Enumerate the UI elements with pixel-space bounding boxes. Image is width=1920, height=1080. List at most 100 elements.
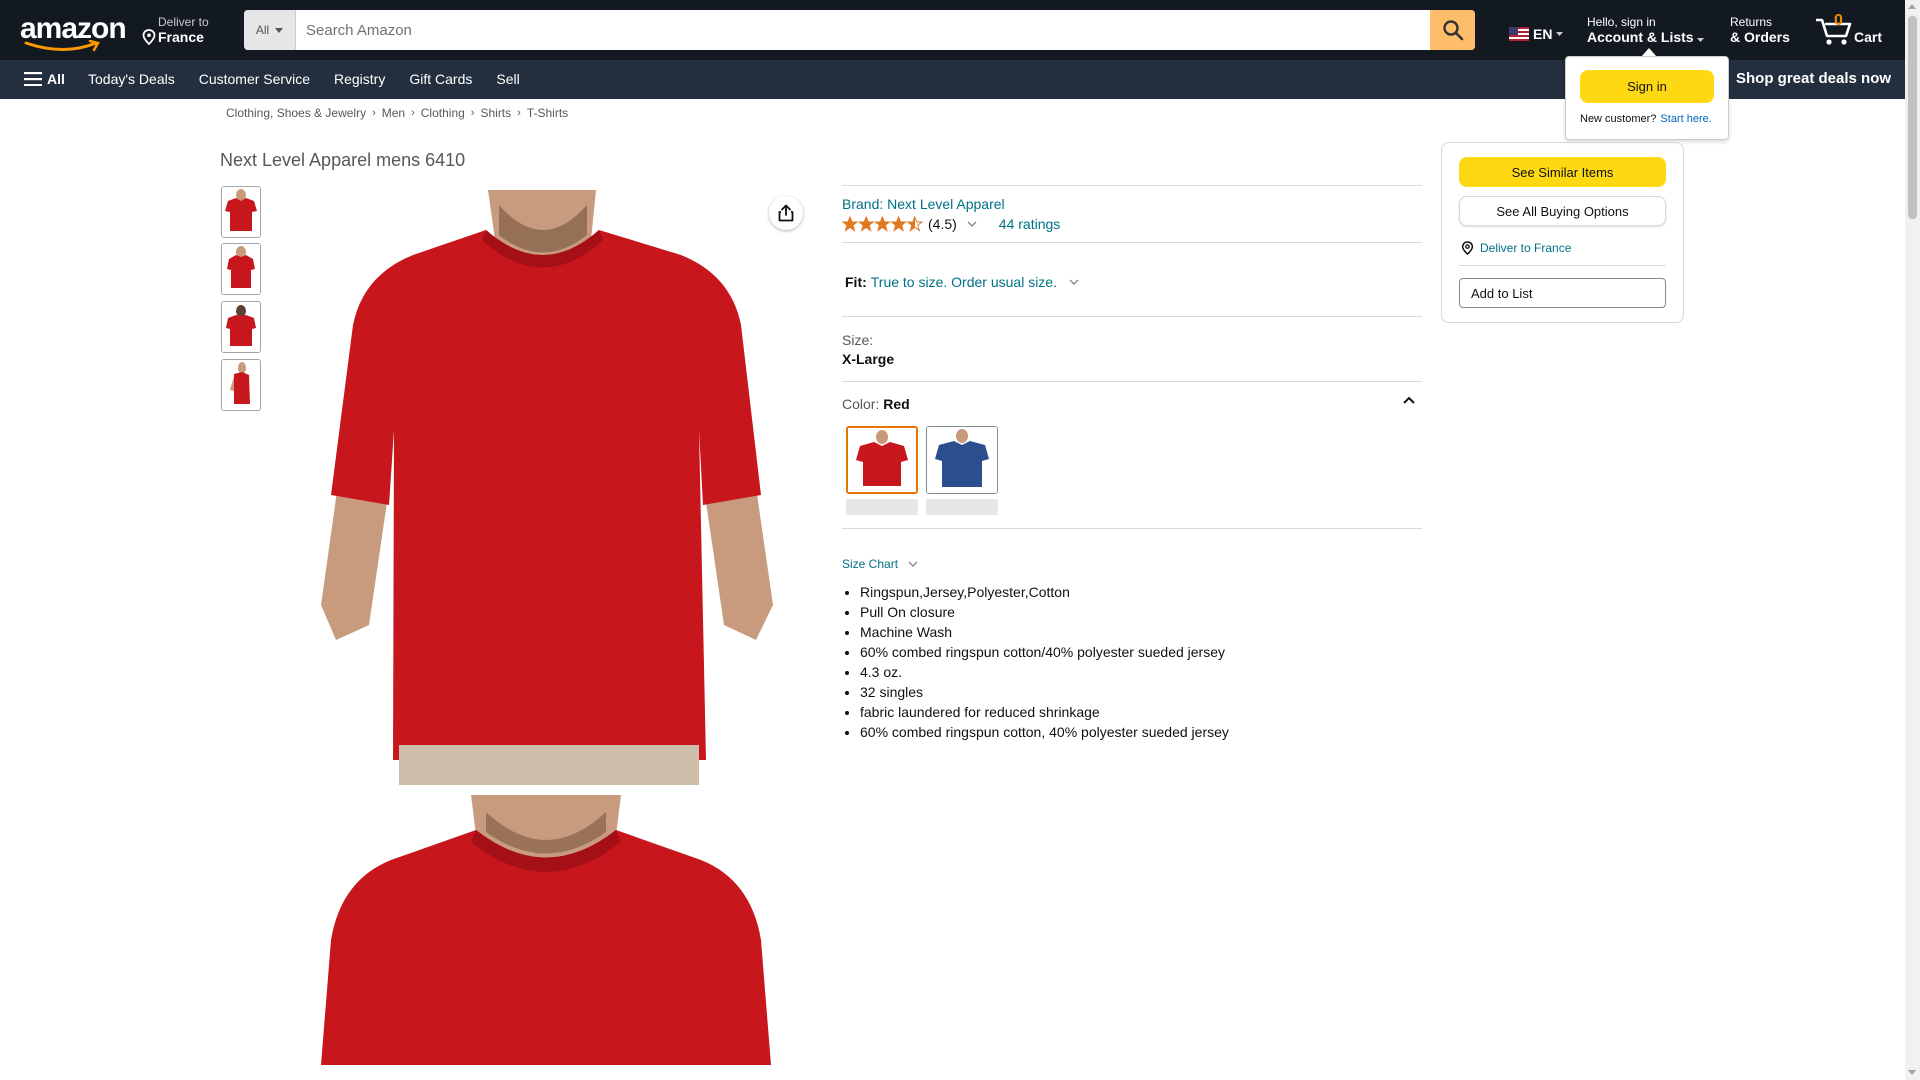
nav-link-sell[interactable]: Sell xyxy=(496,71,519,87)
breadcrumb-item[interactable]: Clothing xyxy=(421,106,465,120)
feature-bullet: 60% combed ringspun cotton/40% polyester… xyxy=(860,642,1229,662)
smile-arrow-icon xyxy=(24,40,100,52)
chevron-up-icon[interactable] xyxy=(1403,396,1415,404)
breadcrumb-separator-icon: › xyxy=(517,107,521,119)
star-icon xyxy=(873,216,891,232)
fit-value-link[interactable]: True to size. Order usual size. xyxy=(871,274,1057,290)
breadcrumb-separator-icon: › xyxy=(470,107,475,119)
buy-box: See Similar Items See All Buying Options… xyxy=(1441,142,1684,323)
divider xyxy=(842,381,1422,382)
us-flag-icon xyxy=(1509,27,1529,41)
caret-down-icon xyxy=(1556,32,1564,36)
star-icon xyxy=(842,216,859,232)
feature-bullets: Ringspun,Jersey,Polyester,Cotton Pull On… xyxy=(860,582,1229,742)
share-button[interactable] xyxy=(769,196,803,230)
divider xyxy=(842,185,1422,186)
color-swatch-blue[interactable] xyxy=(926,426,998,494)
brand-link[interactable]: Brand: Next Level Apparel xyxy=(842,196,1005,212)
nav-link-gift-cards[interactable]: Gift Cards xyxy=(409,71,472,87)
feature-bullet: 4.3 oz. xyxy=(860,662,1229,682)
thumbnail-profile[interactable] xyxy=(221,359,261,411)
breadcrumb-item[interactable]: Clothing, Shoes & Jewelry xyxy=(226,106,366,120)
main-product-image[interactable] xyxy=(281,185,812,785)
breadcrumb-item[interactable]: Men xyxy=(382,106,405,120)
deliver-to-link[interactable]: Deliver to France xyxy=(1461,241,1571,255)
size-value[interactable]: X-Large xyxy=(842,351,894,367)
chevron-down-icon[interactable] xyxy=(967,221,977,227)
feature-bullet: Machine Wash xyxy=(860,622,1229,642)
see-similar-items-button[interactable]: See Similar Items xyxy=(1459,157,1666,187)
feature-bullet: Pull On closure xyxy=(860,602,1229,622)
deliver-country: France xyxy=(158,29,204,45)
all-menu-label: All xyxy=(47,71,65,87)
add-to-list-button[interactable]: Add to List xyxy=(1459,278,1666,308)
red-tshirt-closeup-image xyxy=(281,790,812,1065)
signin-button[interactable]: Sign in xyxy=(1580,70,1714,103)
thumbnail-front[interactable] xyxy=(221,186,261,238)
nav-link-customer-service[interactable]: Customer Service xyxy=(199,71,310,87)
divider xyxy=(1459,265,1666,266)
shirt-thumbnail-image xyxy=(222,244,260,294)
see-all-buying-options-button[interactable]: See All Buying Options xyxy=(1459,196,1666,226)
new-customer-label: New customer? xyxy=(1580,113,1657,125)
star-rating-icon[interactable] xyxy=(842,216,924,232)
new-customer-text: New customer? Start here. xyxy=(1580,113,1712,125)
fit-label: Fit: xyxy=(845,274,867,290)
color-swatch-red[interactable] xyxy=(846,426,918,494)
shop-deals-promo[interactable]: Shop great deals now xyxy=(1736,70,1891,87)
cart-label: Cart xyxy=(1854,29,1883,45)
nav-links: Today's Deals Customer Service Registry … xyxy=(88,71,520,87)
page-scrollbar[interactable] xyxy=(1905,0,1920,1080)
breadcrumb-separator-icon: › xyxy=(372,107,376,119)
color-label: Color: xyxy=(842,396,880,412)
feature-bullet: 60% combed ringspun cotton, 40% polyeste… xyxy=(860,722,1229,742)
search-category-label: All xyxy=(255,23,270,37)
swatch-price-placeholder xyxy=(846,499,918,515)
size-chart-label: Size Chart xyxy=(842,557,899,571)
caret-down-icon xyxy=(1697,38,1705,42)
shirt-thumbnail-image xyxy=(222,360,260,410)
size-chart-link[interactable]: Size Chart xyxy=(842,557,918,571)
search-input[interactable] xyxy=(296,10,1430,50)
hamburger-menu-icon xyxy=(24,72,42,86)
caret-down-icon xyxy=(275,27,284,33)
secondary-product-image[interactable] xyxy=(281,790,812,1065)
search-button[interactable] xyxy=(1430,10,1475,50)
color-value: Red xyxy=(883,396,910,412)
star-icon xyxy=(890,216,908,232)
share-icon xyxy=(778,204,794,222)
scroll-up-arrow-icon[interactable] xyxy=(1908,4,1916,9)
location-pin-icon xyxy=(1461,241,1474,255)
scrollbar-thumb[interactable] xyxy=(1908,16,1917,219)
language-selector[interactable]: EN xyxy=(1509,26,1564,42)
amazon-logo[interactable]: amazon xyxy=(20,14,127,52)
deliver-label: Deliver to xyxy=(158,15,209,29)
breadcrumb-separator-icon: › xyxy=(411,107,415,119)
scroll-down-arrow-icon[interactable] xyxy=(1908,1070,1916,1075)
feature-bullet: Ringspun,Jersey,Polyester,Cotton xyxy=(860,582,1229,602)
search-category-dropdown[interactable]: All xyxy=(244,10,296,50)
returns-orders-link[interactable]: Returns & Orders xyxy=(1730,15,1790,44)
chevron-down-icon[interactable] xyxy=(1069,279,1079,285)
product-title: Next Level Apparel mens 6410 xyxy=(220,150,466,170)
feature-bullet: 32 singles xyxy=(860,682,1229,702)
divider xyxy=(842,316,1422,317)
account-lists-menu[interactable]: Hello, sign in Account & Lists xyxy=(1587,15,1705,44)
breadcrumb-item[interactable]: Shirts xyxy=(480,106,511,120)
location-pin-icon xyxy=(142,29,156,45)
breadcrumb-item[interactable]: T-Shirts xyxy=(527,106,568,120)
start-here-link[interactable]: Start here. xyxy=(1660,113,1711,125)
deliver-to-location[interactable]: Deliver to France xyxy=(142,15,209,45)
ratings-count-link[interactable]: 44 ratings xyxy=(999,216,1060,232)
swatch-price-placeholder xyxy=(926,499,998,515)
cart-button[interactable]: 0 Cart xyxy=(1814,12,1884,48)
thumbnail-side[interactable] xyxy=(221,243,261,295)
nav-link-todays-deals[interactable]: Today's Deals xyxy=(88,71,175,87)
thumbnail-back[interactable] xyxy=(221,301,261,353)
star-icon xyxy=(857,216,875,232)
blue-shirt-swatch-image xyxy=(927,427,997,493)
nav-link-registry[interactable]: Registry xyxy=(334,71,385,87)
all-menu-button[interactable]: All xyxy=(24,71,65,87)
chevron-down-icon xyxy=(908,561,918,567)
star-icon xyxy=(906,216,924,232)
